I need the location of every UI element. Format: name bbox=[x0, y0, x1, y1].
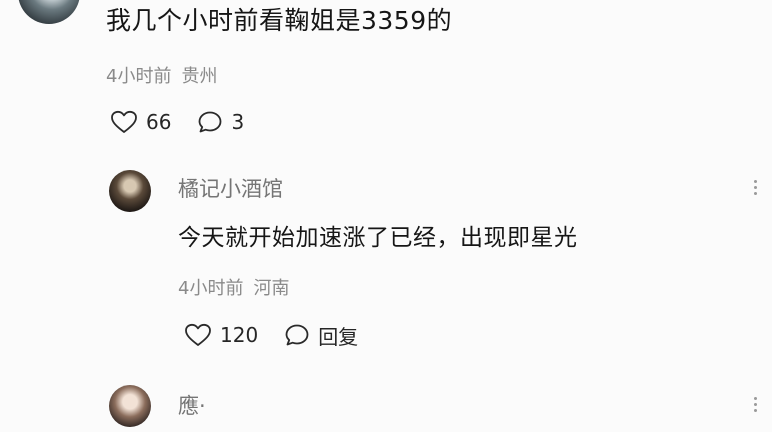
more-options-icon[interactable] bbox=[753, 397, 758, 412]
comment-bubble-icon bbox=[197, 110, 223, 134]
avatar[interactable] bbox=[109, 170, 151, 212]
heart-icon bbox=[110, 110, 138, 134]
comment-bubble-icon bbox=[284, 323, 310, 347]
avatar[interactable] bbox=[109, 385, 151, 427]
comment-text: 我几个小时前看鞠姐是3359的 bbox=[106, 6, 453, 35]
heart-icon bbox=[184, 323, 212, 347]
reply-meta: 4小时前 河南 bbox=[178, 274, 289, 300]
more-options-icon[interactable] bbox=[753, 180, 758, 195]
reply-username[interactable]: 應· bbox=[178, 390, 206, 420]
reply-actions: 120 回复 bbox=[184, 320, 358, 350]
reply-time: 4小时前 bbox=[178, 278, 244, 299]
reply-button[interactable]: 回复 bbox=[284, 321, 358, 350]
like-count: 66 bbox=[146, 110, 172, 134]
comment-location: 贵州 bbox=[181, 66, 218, 87]
reply-location: 河南 bbox=[253, 278, 290, 299]
comment-actions: 66 3 bbox=[110, 108, 244, 136]
like-button[interactable]: 66 bbox=[110, 110, 171, 134]
reply-button[interactable]: 3 bbox=[197, 110, 244, 134]
avatar[interactable] bbox=[18, 0, 80, 24]
reply-count: 3 bbox=[231, 110, 245, 134]
comment-meta: 4小时前 贵州 bbox=[106, 62, 217, 88]
like-button[interactable]: 120 bbox=[184, 323, 258, 347]
reply-username[interactable]: 橘记小酒馆 bbox=[178, 173, 283, 203]
reply-text: 今天就开始加速涨了已经，出现即星光 bbox=[178, 225, 578, 251]
comment-time: 4小时前 bbox=[106, 66, 172, 87]
like-count: 120 bbox=[220, 323, 259, 347]
reply-label: 回复 bbox=[318, 324, 359, 349]
